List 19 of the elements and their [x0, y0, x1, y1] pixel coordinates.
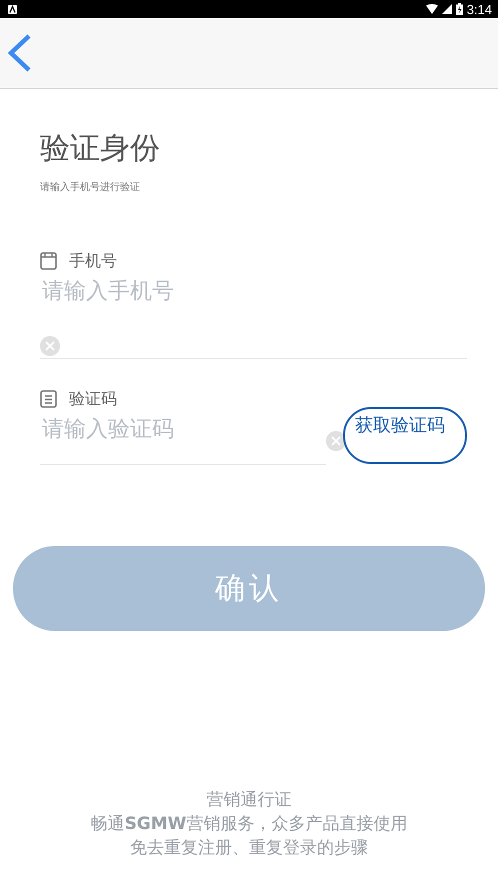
wifi-icon: [426, 4, 438, 14]
field-label: 验证码: [69, 388, 117, 410]
keyboard-icon: [8, 4, 17, 14]
document-icon: [40, 390, 57, 408]
clear-icon[interactable]: [326, 431, 346, 451]
input-field[interactable]: 请输入验证码: [40, 412, 326, 446]
field-label: 手机号: [69, 250, 117, 272]
get-code-button[interactable]: 获取验证码: [343, 407, 467, 464]
status-time: 3:14: [466, 2, 492, 16]
input-field[interactable]: 请输入手机号: [40, 274, 467, 308]
battery-icon: [456, 3, 463, 15]
page-title: 验证身份: [40, 130, 161, 168]
signal-icon: [442, 4, 452, 14]
phone-icon: [40, 252, 57, 270]
footer-text: 免去重复注册、重复登录的步骤: [130, 837, 368, 860]
subtitle: 请输入手机号进行验证: [40, 181, 141, 195]
footer-text: 营销通行证: [206, 789, 292, 812]
footer-text: 畅通SGMW营销服务，众多产品直接使用: [90, 813, 408, 836]
back-icon[interactable]: [6, 33, 32, 73]
